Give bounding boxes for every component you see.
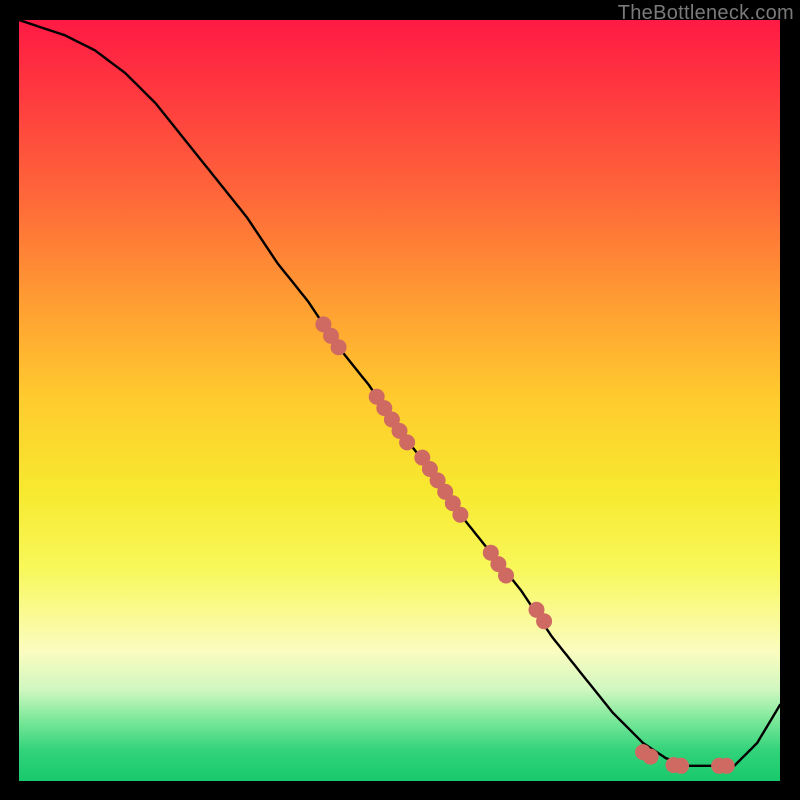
- data-point: [331, 340, 346, 355]
- data-point: [499, 568, 514, 583]
- bottleneck-curve: [19, 20, 780, 766]
- data-points-group: [316, 317, 734, 773]
- data-point: [719, 758, 734, 773]
- data-point: [643, 749, 658, 764]
- chart-plot-area: [19, 20, 780, 781]
- data-point: [674, 758, 689, 773]
- watermark-text: TheBottleneck.com: [618, 2, 794, 25]
- data-point: [453, 507, 468, 522]
- data-point: [400, 435, 415, 450]
- data-point: [537, 614, 552, 629]
- chart-overlay-svg: [19, 20, 780, 781]
